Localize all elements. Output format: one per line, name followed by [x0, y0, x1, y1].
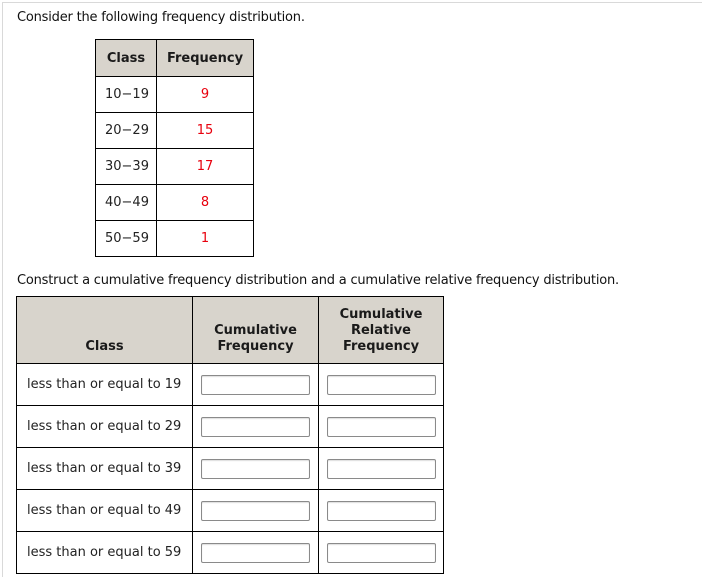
- table-row: 40−49 8: [95, 184, 254, 221]
- header-class-label: Class: [85, 339, 124, 354]
- cumulative-frequency-input-59[interactable]: [201, 542, 310, 563]
- frequency-distribution-table: Class Frequency 10−19 9 20−29 15 30−39 1…: [95, 39, 254, 257]
- cumulative-frequency-input-29[interactable]: [201, 416, 310, 437]
- table-row: less than or equal to 29: [16, 405, 444, 448]
- table-row: 50−59 1: [95, 220, 254, 257]
- table-row: less than or equal to 39: [16, 447, 444, 490]
- frequency-cell: 17: [156, 148, 254, 185]
- cumulative-relative-frequency-input-19[interactable]: [326, 374, 436, 395]
- class-cell: 30−39: [95, 148, 157, 185]
- cumulative-frequency-input-39[interactable]: [201, 458, 310, 479]
- cumulative-relative-frequency-input-39[interactable]: [326, 458, 436, 479]
- header-frequency: Frequency: [156, 39, 254, 77]
- header-line: Cumulative: [339, 307, 423, 322]
- header-cumulative-frequency: Cumulative Frequency: [192, 296, 319, 364]
- class-cell: less than or equal to 29: [16, 405, 193, 448]
- class-cell: less than or equal to 49: [16, 489, 193, 532]
- instruction-text: Construct a cumulative frequency distrib…: [17, 273, 619, 288]
- header-class: Class: [95, 39, 157, 77]
- header-line: Frequency: [217, 339, 294, 354]
- cumulative-relative-frequency-input-29[interactable]: [326, 416, 436, 437]
- header-line: Relative: [350, 323, 412, 338]
- frequency-cell: 15: [156, 112, 254, 149]
- table-row: 10−19 9: [95, 76, 254, 113]
- table-header-row: Class Frequency: [95, 39, 254, 77]
- table-header-row: Class Cumulative Frequency Cumulative Re…: [16, 296, 444, 364]
- table-row: less than or equal to 49: [16, 489, 444, 532]
- class-cell: less than or equal to 39: [16, 447, 193, 490]
- cumulative-distribution-table: Class Cumulative Frequency Cumulative Re…: [16, 296, 444, 574]
- table-row: 30−39 17: [95, 148, 254, 185]
- class-cell: less than or equal to 59: [16, 531, 193, 574]
- header-cumulative-relative-frequency: Cumulative Relative Frequency: [318, 296, 444, 364]
- cumulative-relative-frequency-input-59[interactable]: [326, 542, 436, 563]
- class-cell: 40−49: [95, 184, 157, 221]
- frequency-cell: 1: [156, 220, 254, 257]
- class-cell: 20−29: [95, 112, 157, 149]
- table-row: 20−29 15: [95, 112, 254, 149]
- header-class: Class: [16, 296, 193, 364]
- intro-text: Consider the following frequency distrib…: [17, 10, 305, 25]
- class-cell: 50−59: [95, 220, 157, 257]
- cumulative-frequency-input-19[interactable]: [201, 374, 310, 395]
- cumulative-frequency-input-49[interactable]: [201, 500, 310, 521]
- cumulative-relative-frequency-input-49[interactable]: [326, 500, 436, 521]
- frequency-cell: 8: [156, 184, 254, 221]
- header-line: Frequency: [342, 339, 420, 354]
- table-row: less than or equal to 19: [16, 363, 444, 406]
- header-line: Cumulative: [214, 323, 297, 338]
- table-row: less than or equal to 59: [16, 531, 444, 574]
- frequency-cell: 9: [156, 76, 254, 113]
- class-cell: less than or equal to 19: [16, 363, 193, 406]
- class-cell: 10−19: [95, 76, 157, 113]
